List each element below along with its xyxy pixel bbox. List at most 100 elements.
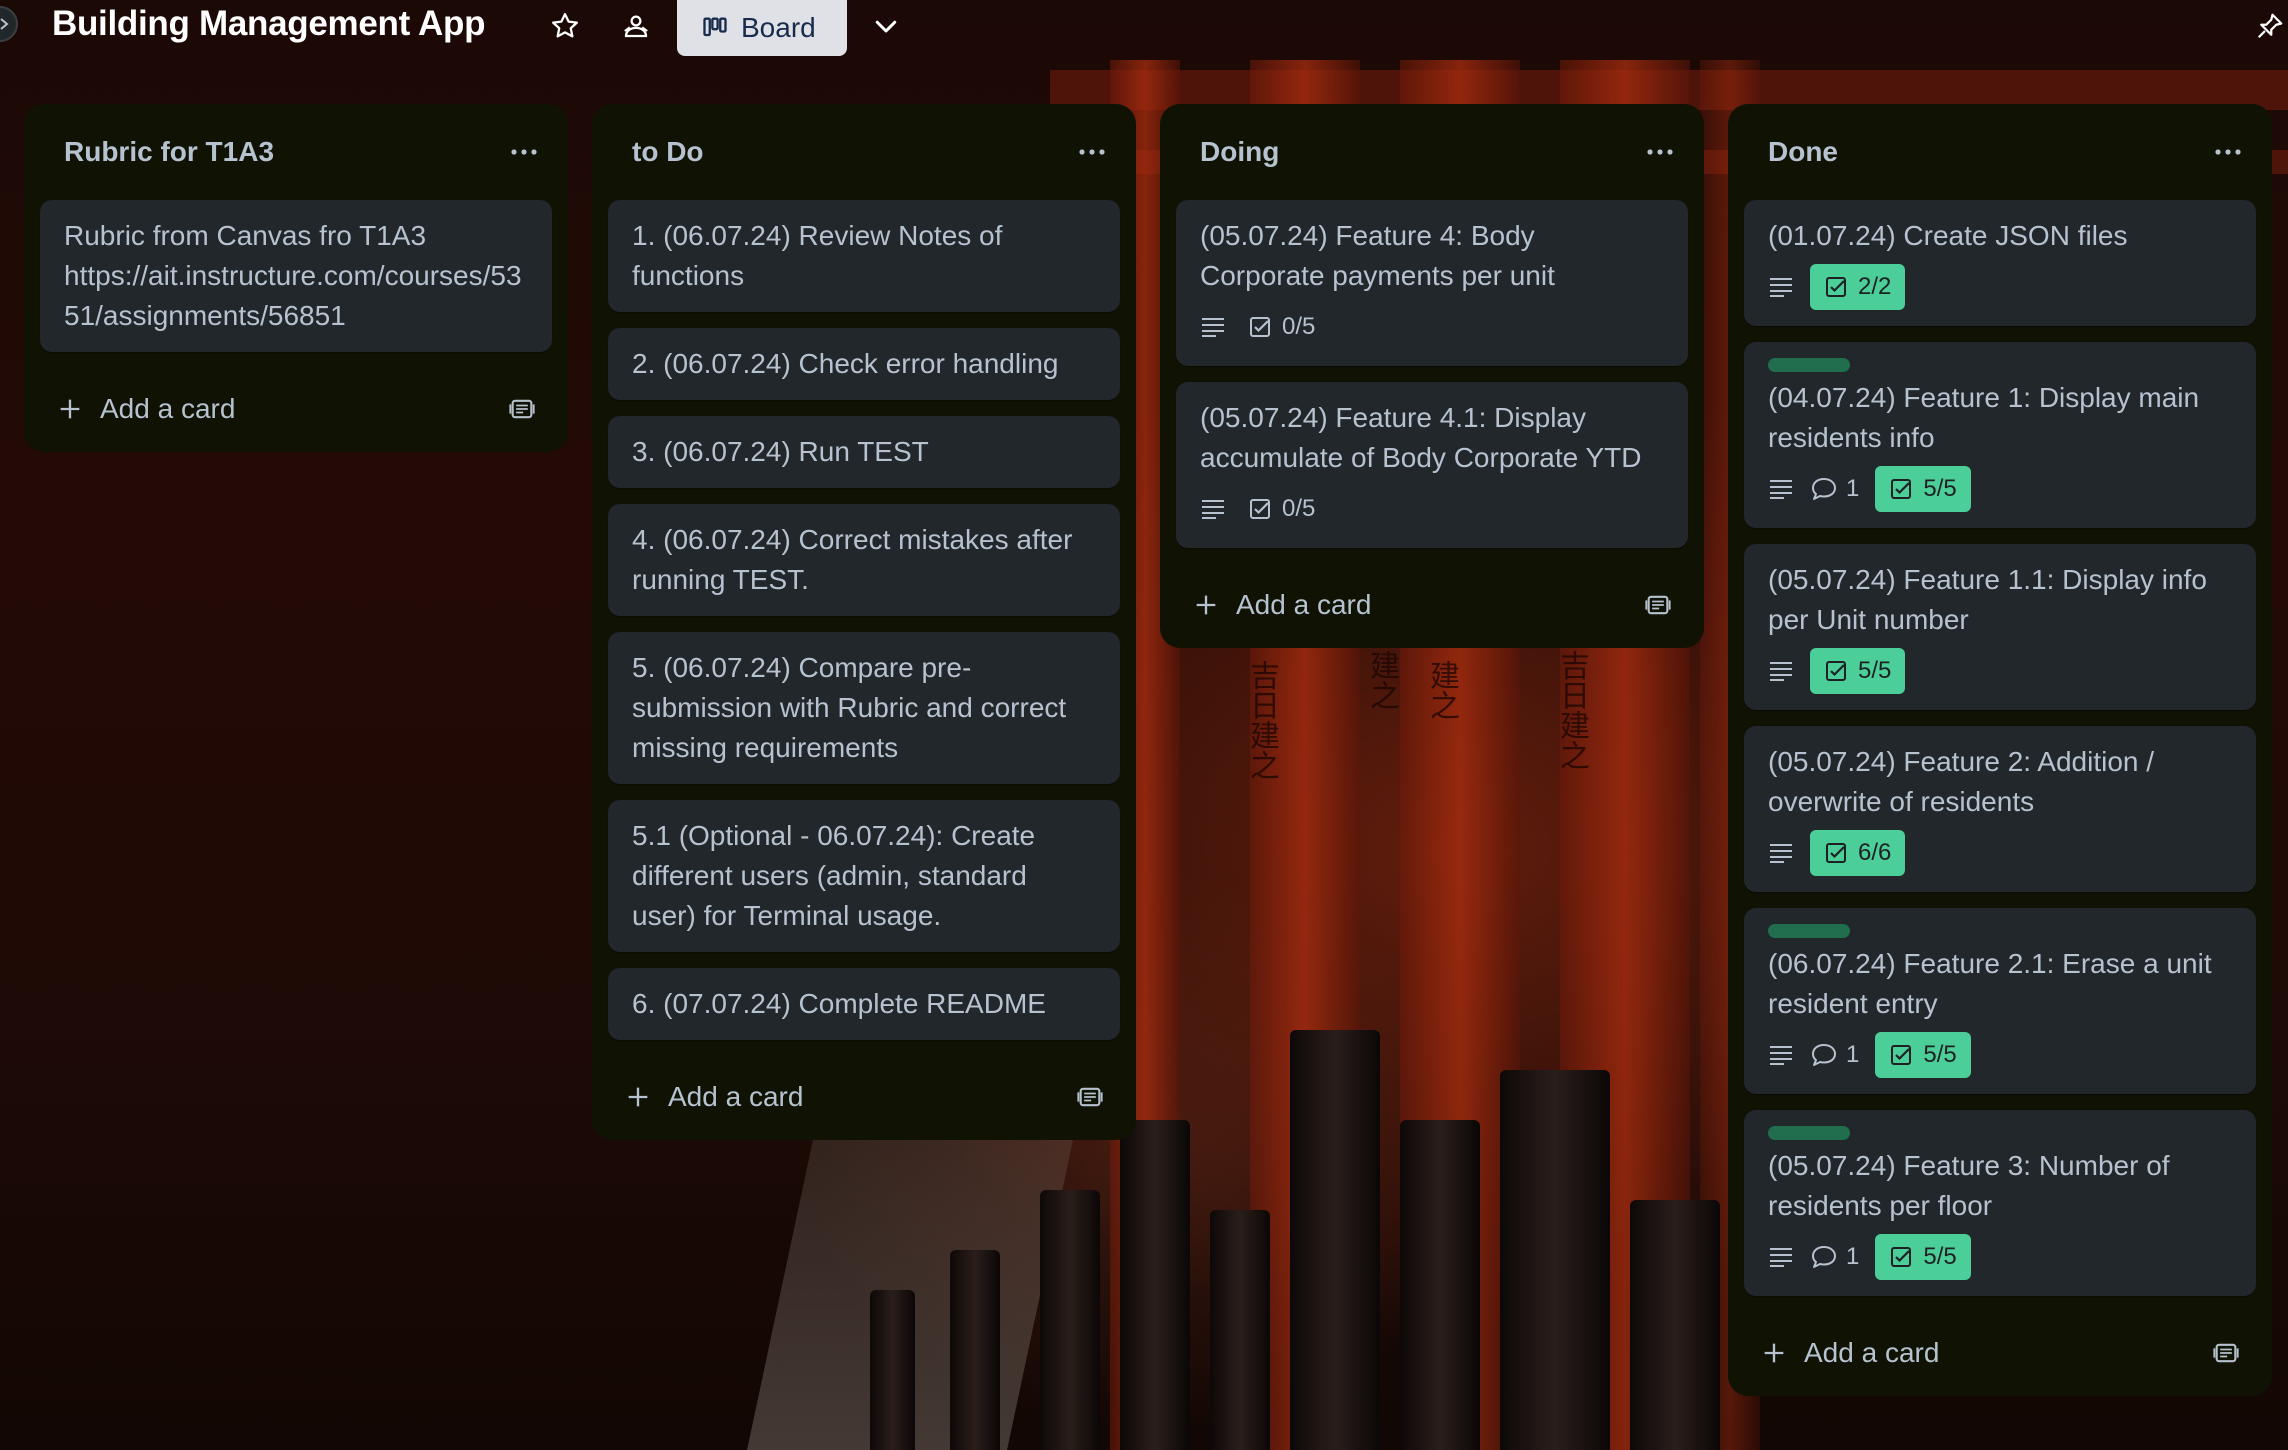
comment-icon <box>1812 478 1836 500</box>
comment-count: 1 <box>1846 475 1860 502</box>
checklist-count: 5/5 <box>1858 657 1892 684</box>
star-icon <box>552 13 578 38</box>
list-rubric: Rubric for T1A3 Rubric from Canvas fro T… <box>24 104 568 452</box>
star-board-button[interactable] <box>545 6 585 46</box>
board-icon <box>703 17 727 37</box>
list-actions-button[interactable] <box>1640 132 1680 172</box>
sidebar-expand-button[interactable] <box>0 6 18 42</box>
checklist-count: 5/5 <box>1923 475 1957 502</box>
card[interactable]: (05.07.24) Feature 3: Number of resident… <box>1744 1110 2256 1296</box>
board-view-button[interactable]: Board <box>677 0 847 56</box>
card-title: 5.1 (Optional - 06.07.24): Create differ… <box>632 820 1036 931</box>
checklist-badge: 5/5 <box>1875 466 1971 512</box>
checklist-icon <box>1891 1045 1912 1065</box>
add-card-row: Add a card <box>1744 1310 2256 1396</box>
card-title: 1. (06.07.24) Review Notes of functions <box>632 220 1003 291</box>
card[interactable]: (05.07.24) Feature 4.1: Display accumula… <box>1176 382 1688 548</box>
checklist-icon <box>1891 1247 1912 1267</box>
comment-icon <box>1812 1246 1836 1268</box>
create-from-template-button[interactable] <box>2212 1339 2240 1367</box>
card[interactable]: (05.07.24) Feature 4: Body Corporate pay… <box>1176 200 1688 366</box>
list-actions-button[interactable] <box>2208 132 2248 172</box>
card-label[interactable] <box>1768 358 1850 372</box>
list-doing: Doing (05.07.24) Feature 4: Body Corpora… <box>1160 104 1704 648</box>
card[interactable]: 1. (06.07.24) Review Notes of functions <box>608 200 1120 312</box>
plus-icon <box>1764 1343 1784 1363</box>
card-badges: 0/5 <box>1200 304 1664 350</box>
checklist-count: 0/5 <box>1282 495 1316 522</box>
list-header: Doing <box>1176 104 1688 200</box>
add-card-label: Add a card <box>100 393 236 424</box>
add-card-label: Add a card <box>668 1081 804 1112</box>
more-icon <box>511 149 537 155</box>
card[interactable]: 5.1 (Optional - 06.07.24): Create differ… <box>608 800 1120 952</box>
card-label[interactable] <box>1768 924 1850 938</box>
create-from-template-button[interactable] <box>1644 591 1672 619</box>
card[interactable]: Rubric from Canvas fro T1A3 https://ait.… <box>40 200 552 352</box>
list-actions-button[interactable] <box>1072 132 1112 172</box>
list-title[interactable]: Done <box>1768 136 1838 168</box>
checklist-badge: 0/5 <box>1242 304 1321 350</box>
add-card-button[interactable]: Add a card <box>1192 589 1371 621</box>
add-card-button[interactable]: Add a card <box>1760 1337 1939 1369</box>
board-view-label: Board <box>741 12 816 43</box>
card-label[interactable] <box>1768 1126 1850 1140</box>
card[interactable]: 2. (06.07.24) Check error handling <box>608 328 1120 400</box>
workspace-visibility-icon <box>624 15 648 38</box>
card-title: (06.07.24) Feature 2.1: Erase a unit res… <box>1768 948 2212 1019</box>
description-icon <box>1768 660 1794 682</box>
card-title: (05.07.24) Feature 1.1: Display info per… <box>1768 564 2207 635</box>
add-card-button[interactable]: Add a card <box>56 393 235 425</box>
views-dropdown-button[interactable] <box>866 6 906 46</box>
create-from-template-button[interactable] <box>508 395 536 423</box>
card-badges: 0/5 <box>1200 486 1664 532</box>
card[interactable]: 3. (06.07.24) Run TEST <box>608 416 1120 488</box>
template-icon <box>1645 595 1671 615</box>
create-from-template-button[interactable] <box>1076 1083 1104 1111</box>
checklist-count: 5/5 <box>1923 1041 1957 1068</box>
list-title[interactable]: to Do <box>632 136 704 168</box>
card[interactable]: (05.07.24) Feature 1.1: Display info per… <box>1744 544 2256 710</box>
checklist-icon <box>1891 479 1912 499</box>
card-title: 2. (06.07.24) Check error handling <box>632 348 1059 379</box>
add-card-button[interactable]: Add a card <box>624 1081 803 1113</box>
pin-button[interactable] <box>2250 6 2288 46</box>
description-icon <box>1768 1246 1794 1268</box>
checklist-badge: 5/5 <box>1875 1234 1971 1280</box>
description-icon <box>1768 276 1794 298</box>
card-badges: 1 5/5 <box>1768 1032 2232 1078</box>
card[interactable]: (01.07.24) Create JSON files 2/2 <box>1744 200 2256 326</box>
description-icon <box>1200 316 1226 338</box>
add-card-row: Add a card <box>608 1054 1120 1140</box>
list-title[interactable]: Rubric for T1A3 <box>64 136 274 168</box>
description-icon <box>1768 1044 1794 1066</box>
more-icon <box>1647 149 1673 155</box>
comment-icon <box>1812 1044 1836 1066</box>
card-title: 6. (07.07.24) Complete README <box>632 988 1046 1019</box>
checklist-badge: 2/2 <box>1810 264 1906 310</box>
chevron-right-icon <box>0 18 9 30</box>
card-title: 4. (06.07.24) Correct mistakes after run… <box>632 524 1073 595</box>
template-icon <box>509 399 535 419</box>
comments-badge: 1 <box>1810 1041 1859 1069</box>
card[interactable]: (04.07.24) Feature 1: Display main resid… <box>1744 342 2256 528</box>
add-card-label: Add a card <box>1236 589 1372 620</box>
comments-badge: 1 <box>1810 475 1859 503</box>
pin-icon <box>2257 13 2283 39</box>
card[interactable]: 6. (07.07.24) Complete README <box>608 968 1120 1040</box>
card[interactable]: 4. (06.07.24) Correct mistakes after run… <box>608 504 1120 616</box>
template-icon <box>1077 1087 1103 1107</box>
visibility-button[interactable] <box>616 6 656 46</box>
add-card-row: Add a card <box>1176 562 1688 648</box>
card[interactable]: 5. (06.07.24) Compare pre-submission wit… <box>608 632 1120 784</box>
card[interactable]: (05.07.24) Feature 2: Addition / overwri… <box>1744 726 2256 892</box>
list-actions-button[interactable] <box>504 132 544 172</box>
board-title[interactable]: Building Management App <box>52 0 485 48</box>
list-to-do: to Do 1. (06.07.24) Review Notes of func… <box>592 104 1136 1140</box>
list-title[interactable]: Doing <box>1200 136 1279 168</box>
checklist-count: 2/2 <box>1858 273 1892 300</box>
list-done: Done (01.07.24) Create JSON files 2/2 (0… <box>1728 104 2272 1396</box>
card[interactable]: (06.07.24) Feature 2.1: Erase a unit res… <box>1744 908 2256 1094</box>
checklist-badge: 5/5 <box>1810 648 1906 694</box>
description-icon <box>1200 498 1226 520</box>
